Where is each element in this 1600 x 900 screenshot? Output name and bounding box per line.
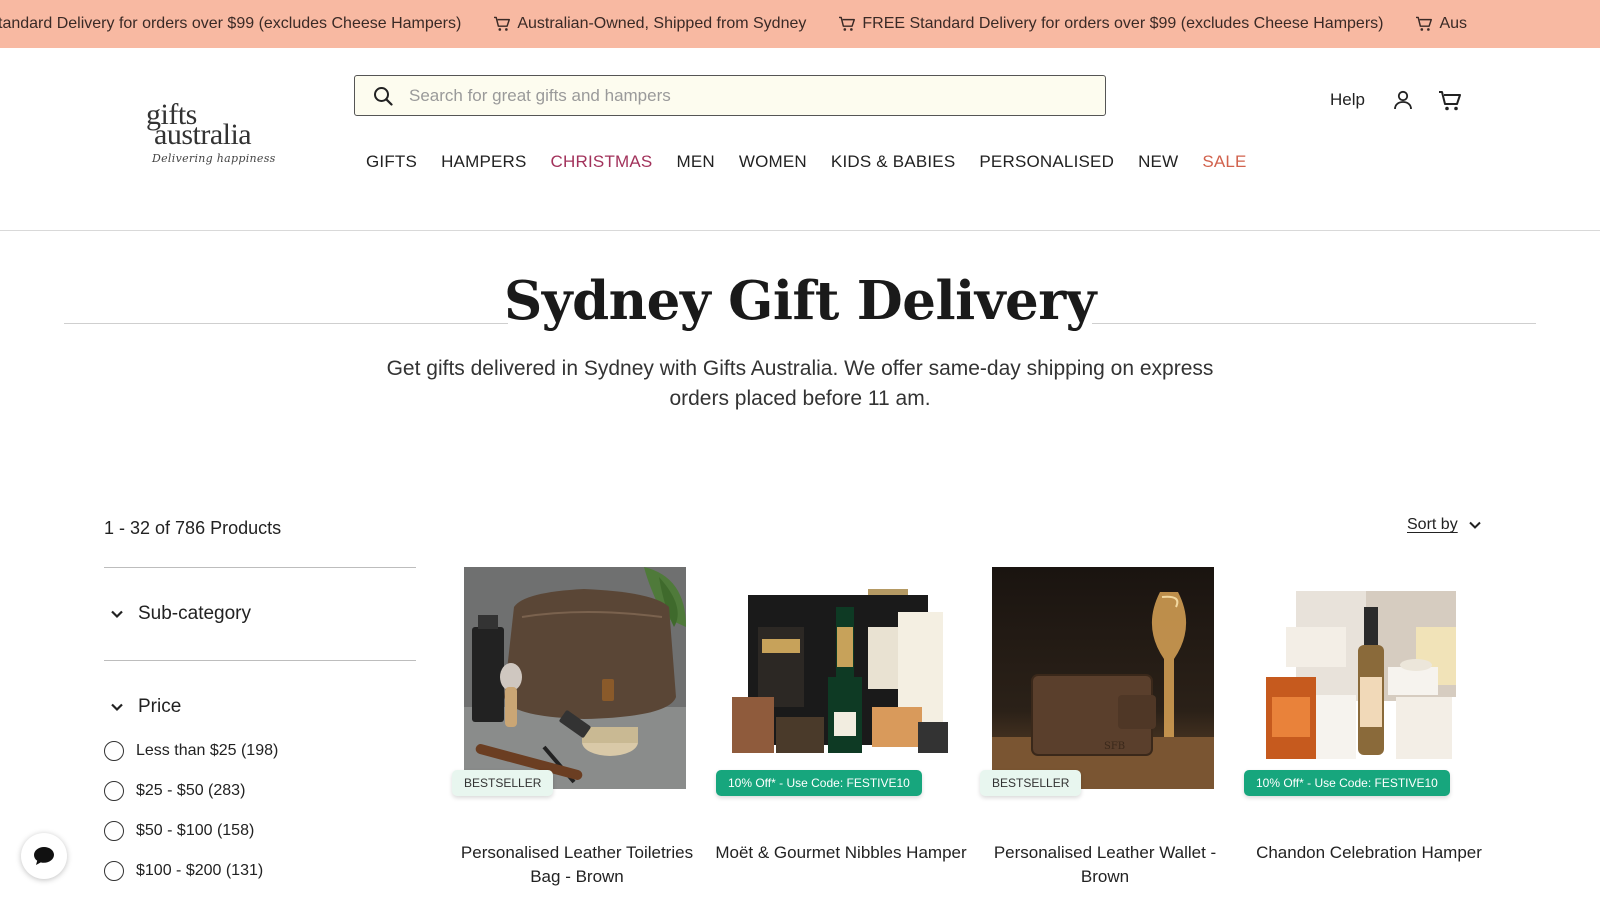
price-option[interactable]: $50 - $100 (158) xyxy=(104,811,416,851)
radio-button[interactable] xyxy=(104,781,124,801)
filter-subcategory-toggle[interactable]: Sub-category xyxy=(104,568,416,660)
page-title: Sydney Gift Delivery xyxy=(504,270,1096,332)
product-image[interactable]: SFB xyxy=(992,567,1214,789)
filter-subcategory-label: Sub-category xyxy=(138,603,252,624)
announcement-item: FREE Standard Delivery for orders over $… xyxy=(838,15,1383,33)
price-option[interactable]: $25 - $50 (283) xyxy=(104,771,416,811)
search-bar[interactable] xyxy=(354,75,1106,116)
radio-button[interactable] xyxy=(104,741,124,761)
nav-hampers[interactable]: HAMPERS xyxy=(441,152,526,172)
nav-kids-babies[interactable]: KIDS & BABIES xyxy=(831,152,955,172)
nav-gifts[interactable]: GIFTS xyxy=(366,152,417,172)
nav-personalised[interactable]: PERSONALISED xyxy=(979,152,1114,172)
help-link[interactable]: Help xyxy=(1330,90,1365,110)
product-image[interactable] xyxy=(728,567,950,789)
nav-men[interactable]: MEN xyxy=(676,152,714,172)
price-option-label: Less than $25 (198) xyxy=(136,742,279,759)
product-count: 1 - 32 of 786 Products xyxy=(104,518,282,538)
nav-sale[interactable]: SALE xyxy=(1202,152,1246,172)
product-image[interactable] xyxy=(1256,567,1478,789)
bestseller-badge: BESTSELLER xyxy=(452,770,554,796)
announcement-text: FREE Standard Delivery for orders over $… xyxy=(862,15,1384,32)
chat-bubble-icon xyxy=(34,847,54,865)
chevron-down-icon[interactable] xyxy=(1468,518,1482,532)
filter-price-label: Price xyxy=(138,696,182,717)
announcement-item: tandard Delivery for orders over $99 (ex… xyxy=(0,15,461,33)
chevron-down-icon xyxy=(111,703,123,712)
product-name[interactable]: Chandon Celebration Hamper xyxy=(1240,841,1498,865)
price-option-label: $50 - $100 (158) xyxy=(136,822,255,839)
nav-christmas[interactable]: CHRISTMAS xyxy=(551,152,653,172)
logo-word-australia: australia xyxy=(154,118,252,151)
page-intro: Get gifts delivered in Sydney with Gifts… xyxy=(386,357,1214,410)
announcement-text: Aus xyxy=(1439,15,1468,32)
nav-women[interactable]: WOMEN xyxy=(739,152,807,172)
filter-sidebar: Sub-category Price Less than $25 (198) $… xyxy=(104,567,416,891)
promo-badge: 10% Off* - Use Code: FESTIVE10 xyxy=(1244,770,1450,796)
sort-label[interactable]: Sort by xyxy=(1407,516,1458,534)
user-icon[interactable] xyxy=(1393,90,1413,110)
cart-icon[interactable] xyxy=(1438,90,1462,112)
price-option[interactable]: $100 - $200 (131) xyxy=(104,851,416,891)
promo-badge: 10% Off* - Use Code: FESTIVE10 xyxy=(716,770,922,796)
logo-tagline: Delivering happiness xyxy=(152,152,276,165)
radio-button[interactable] xyxy=(104,861,124,881)
svg-text:SFB: SFB xyxy=(1104,741,1125,752)
cart-icon xyxy=(839,16,856,31)
search-icon[interactable] xyxy=(373,86,393,106)
main-nav: GIFTS HAMPERS CHRISTMAS MEN WOMEN KIDS &… xyxy=(366,152,1247,172)
cart-icon xyxy=(1416,16,1433,31)
product-image[interactable] xyxy=(464,567,686,789)
chat-button[interactable] xyxy=(21,833,67,879)
price-options: Less than $25 (198) $25 - $50 (283) $50 … xyxy=(104,731,416,891)
product-name[interactable]: Moët & Gourmet Nibbles Hamper xyxy=(712,841,970,865)
product-name[interactable]: Personalised Leather Wallet - Brown xyxy=(976,841,1234,889)
price-option-label: $100 - $200 (131) xyxy=(136,862,264,879)
product-name[interactable]: Personalised Leather Toiletries Bag - Br… xyxy=(448,841,706,889)
chevron-down-icon xyxy=(111,610,123,619)
site-header: gifts australia Delivering happiness Hel… xyxy=(0,48,1600,231)
sort-dropdown[interactable]: Sort by xyxy=(1407,516,1482,534)
bestseller-badge: BESTSELLER xyxy=(980,770,1082,796)
nav-new[interactable]: NEW xyxy=(1138,152,1178,172)
announcement-item: Australian-Owned, Shipped from Sydney xyxy=(493,15,806,33)
announcement-bar: tandard Delivery for orders over $99 (ex… xyxy=(0,0,1600,48)
price-option[interactable]: Less than $25 (198) xyxy=(104,731,416,771)
site-logo[interactable]: gifts australia Delivering happiness xyxy=(144,100,294,170)
radio-button[interactable] xyxy=(104,821,124,841)
search-input[interactable] xyxy=(409,85,1069,106)
price-option-label: $25 - $50 (283) xyxy=(136,782,246,799)
announcement-text: tandard Delivery for orders over $99 (ex… xyxy=(0,15,462,32)
announcement-item: Aus xyxy=(1415,15,1467,33)
announcement-text: Australian-Owned, Shipped from Sydney xyxy=(517,15,807,32)
cart-icon xyxy=(494,16,511,31)
